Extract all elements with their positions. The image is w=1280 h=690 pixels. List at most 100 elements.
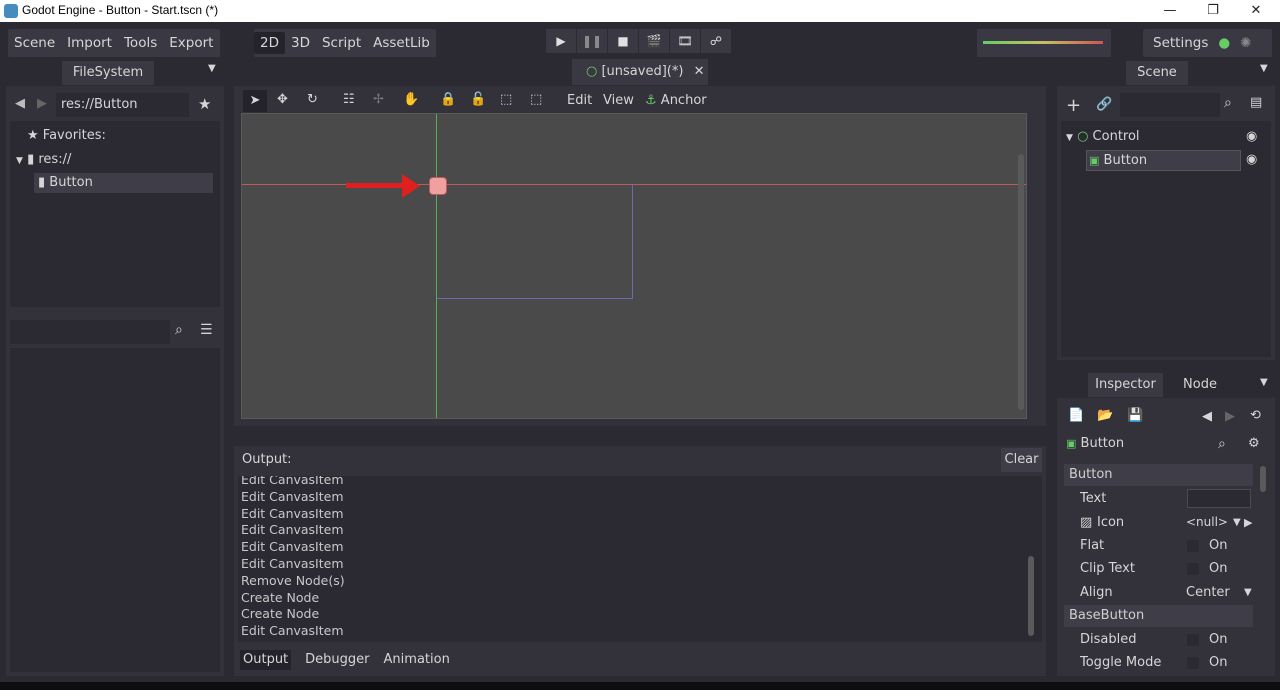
scene-options-icon[interactable]: ▤ xyxy=(1250,95,1262,110)
edit-menu[interactable]: Edit xyxy=(567,93,592,108)
lock-icon[interactable]: 🔒 xyxy=(440,92,456,107)
output-scrollbar[interactable] xyxy=(1028,556,1034,636)
expand-arrow-icon[interactable]: ▶ xyxy=(1244,511,1252,534)
pan-hand-icon[interactable]: ✋ xyxy=(403,92,419,107)
section-button[interactable]: Button xyxy=(1064,464,1253,486)
search-icon[interactable]: ⌕ xyxy=(175,322,183,338)
mode-3d[interactable]: 3D xyxy=(285,35,316,51)
favorites-row[interactable]: ★ Favorites: xyxy=(27,128,106,143)
stop-icon: ■ xyxy=(617,34,629,48)
align-value[interactable]: Center xyxy=(1186,581,1230,604)
back-arrow-icon[interactable]: ◀ xyxy=(15,96,25,111)
tree-item-control[interactable]: ▼ ○ Control xyxy=(1066,129,1140,144)
tab-inspector[interactable]: Inspector xyxy=(1088,373,1163,397)
viewport-scrollbar[interactable] xyxy=(1018,154,1024,410)
tab-output[interactable]: Output xyxy=(240,650,292,670)
godot-app-icon xyxy=(4,4,18,18)
close-tab-icon[interactable]: ✕ xyxy=(694,64,705,79)
play-scene-button[interactable]: 🎬 xyxy=(639,29,669,53)
path-field[interactable]: res://Button xyxy=(56,93,189,117)
anchor-menu[interactable]: ⚓ Anchor xyxy=(645,93,707,108)
output-line: Edit CanvasItem xyxy=(241,476,344,487)
link-icon[interactable]: 🔗 xyxy=(1096,97,1112,112)
tab-filesystem[interactable]: FileSystem xyxy=(62,61,154,85)
dock-menu-icon[interactable]: ▼ xyxy=(1260,377,1268,388)
search-icon[interactable]: ⌕ xyxy=(1224,95,1232,111)
inspector-scrollbar[interactable] xyxy=(1260,466,1266,492)
dock-menu-icon[interactable]: ▼ xyxy=(208,63,216,74)
save-icon[interactable]: 💾 xyxy=(1127,408,1143,423)
dock-menu-icon[interactable]: ▼ xyxy=(1260,63,1268,74)
window-title: Godot Engine - Button - Start.tscn (*) xyxy=(22,3,219,17)
mode-2d[interactable]: 2D xyxy=(254,32,285,54)
selected-button-handle[interactable] xyxy=(429,177,447,195)
pivot-icon[interactable]: ✢ xyxy=(373,92,384,107)
stop-button[interactable]: ■ xyxy=(608,29,638,53)
list-view-icon[interactable]: ☰ xyxy=(200,322,213,338)
anchor-label: Anchor xyxy=(660,93,707,108)
menu-tools[interactable]: Tools xyxy=(118,35,163,51)
restore-button[interactable]: ❐ xyxy=(1193,1,1233,21)
prop-flat-row: Flat On xyxy=(1066,534,1256,557)
menu-scene[interactable]: Scene xyxy=(8,35,61,51)
dropdown-arrow-icon[interactable]: ▼ xyxy=(1244,581,1252,604)
pause-button[interactable]: ❚❚ xyxy=(577,29,607,53)
section-basebutton[interactable]: BaseButton xyxy=(1064,605,1253,627)
mode-assetlib[interactable]: AssetLib xyxy=(367,35,436,51)
clip-value: On xyxy=(1209,561,1228,576)
move-tool-icon[interactable]: ✥ xyxy=(277,92,288,107)
play-custom-scene-button[interactable]: 🎞 xyxy=(670,29,700,53)
file-search-input[interactable] xyxy=(10,320,170,344)
open-folder-icon[interactable]: 📂 xyxy=(1097,408,1113,423)
gear-icon[interactable]: ⚙ xyxy=(1248,436,1260,451)
canvas-viewport[interactable] xyxy=(241,113,1027,419)
list-select-icon[interactable]: ☷ xyxy=(343,92,355,107)
add-node-icon[interactable]: + xyxy=(1066,95,1081,116)
collapse-arrow-icon: ▼ xyxy=(16,156,23,166)
close-window-button[interactable]: ✕ xyxy=(1236,1,1276,21)
node-filter-input[interactable] xyxy=(1120,93,1220,117)
tab-debugger[interactable]: Debugger xyxy=(305,650,369,670)
settings-button[interactable]: Settings xyxy=(1143,35,1214,51)
play-button[interactable]: ▶ xyxy=(546,29,576,53)
folder-icon: ▮ xyxy=(27,152,35,167)
cursor-icon: ➤ xyxy=(249,93,261,108)
favorite-star-icon[interactable]: ★ xyxy=(198,95,211,113)
menu-import[interactable]: Import xyxy=(61,35,118,51)
tab-scene[interactable]: Scene xyxy=(1126,61,1188,85)
toggle-checkbox[interactable]: On xyxy=(1187,651,1227,674)
res-root-row[interactable]: ▼ ▮ res:// xyxy=(16,152,71,167)
visibility-eye-icon[interactable]: ◉ xyxy=(1246,129,1257,144)
clear-button[interactable]: Clear xyxy=(1001,448,1042,472)
mode-script[interactable]: Script xyxy=(316,35,367,51)
tab-node[interactable]: Node xyxy=(1170,373,1230,397)
unlock-icon[interactable]: 🔓 xyxy=(470,92,486,107)
menu-export[interactable]: Export xyxy=(163,35,219,51)
tree-item-button[interactable]: ▣ Button xyxy=(1086,150,1241,171)
history-back-icon[interactable]: ◀ xyxy=(1202,409,1212,424)
search-icon[interactable]: ⌕ xyxy=(1218,436,1226,452)
prop-text-input[interactable] xyxy=(1187,489,1251,508)
history-forward-icon[interactable]: ▶ xyxy=(1225,409,1235,424)
minimize-button[interactable]: — xyxy=(1150,1,1190,21)
view-menu[interactable]: View xyxy=(603,93,634,108)
visibility-eye-icon[interactable]: ◉ xyxy=(1246,152,1257,167)
disabled-checkbox[interactable]: On xyxy=(1187,628,1227,651)
rotate-tool-icon[interactable]: ↻ xyxy=(307,92,318,107)
history-icon[interactable]: ⟲ xyxy=(1250,408,1261,423)
clip-checkbox[interactable]: On xyxy=(1187,557,1227,580)
scene-tab[interactable]: ○ [unsaved](*) ✕ xyxy=(572,59,708,85)
flat-checkbox[interactable]: On xyxy=(1187,534,1227,557)
folder-item-button[interactable]: ▮ Button xyxy=(34,173,213,193)
new-resource-icon[interactable]: 📄 xyxy=(1068,408,1084,423)
output-line: Create Node xyxy=(241,606,320,622)
group-icon[interactable]: ⬚ xyxy=(500,92,512,107)
dropdown-arrow-icon[interactable]: ▼ xyxy=(1233,511,1241,534)
forward-arrow-icon[interactable]: ▶ xyxy=(37,96,47,111)
select-tool-button[interactable]: ➤ xyxy=(243,90,267,112)
prop-icon-value[interactable]: <null> xyxy=(1186,511,1228,534)
tab-animation[interactable]: Animation xyxy=(384,650,450,670)
remote-debug-button[interactable]: ☍ xyxy=(701,29,731,53)
ungroup-icon[interactable]: ⬚ xyxy=(530,92,542,107)
inspected-object[interactable]: ▣ Button xyxy=(1066,436,1124,451)
